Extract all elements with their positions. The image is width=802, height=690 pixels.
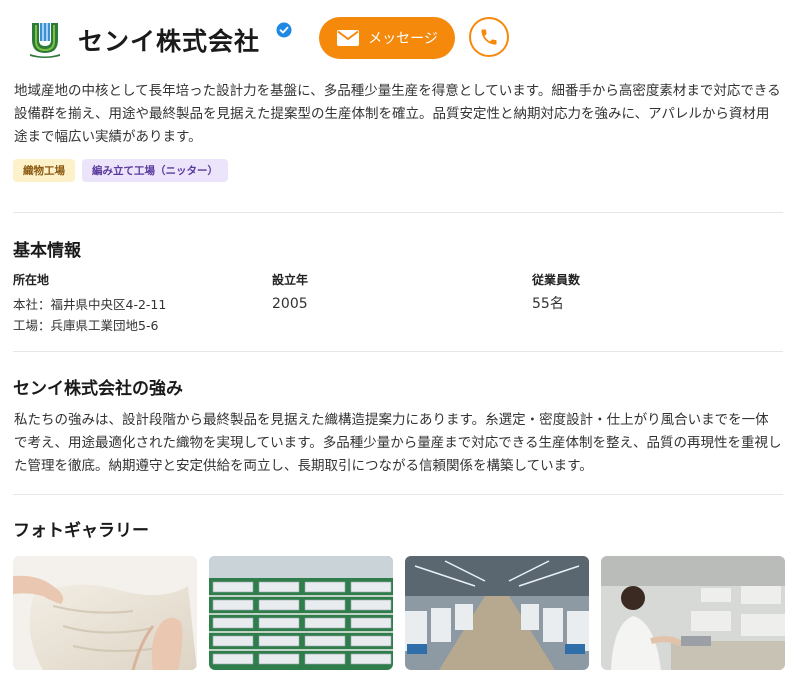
employees-value: 55名	[532, 296, 564, 312]
founded-field: 設立年 2005	[272, 271, 308, 315]
divider	[13, 351, 783, 352]
founded-label: 設立年	[272, 273, 309, 287]
message-button-label: メッセージ	[368, 31, 438, 47]
tag-weaving-factory[interactable]: 織物工場	[13, 159, 75, 182]
employees-field: 従業員数 55名	[532, 271, 580, 315]
strengths-text: 私たちの強みは、設計段階から最終製品を見据えた織構造提案力にあります。糸選定・密…	[14, 412, 782, 474]
category-tags: 織物工場 編み立て工場（ニッター）	[13, 159, 228, 182]
company-header: センイ株式会社 メッセージ	[22, 14, 782, 64]
divider	[13, 212, 783, 213]
verified-badge-icon	[276, 22, 292, 38]
factory-overview-photo[interactable]	[209, 556, 393, 670]
basic-info-title: 基本情報	[13, 241, 81, 261]
company-name: センイ株式会社	[78, 27, 261, 56]
tag-knitting-factory[interactable]: 編み立て工場（ニッター）	[82, 159, 228, 182]
fabric-photo[interactable]	[13, 556, 197, 670]
location-field: 所在地 本社：福井県中央区4-2-11 工場：兵庫県工業団地5-6	[13, 271, 166, 336]
employees-label: 従業員数	[532, 273, 581, 287]
location-headquarters: 本社：福井県中央区4-2-11	[13, 297, 167, 312]
phone-icon	[481, 29, 497, 45]
location-label: 所在地	[13, 273, 50, 287]
gallery-title: フォトギャラリー	[13, 521, 149, 541]
envelope-icon	[337, 30, 360, 46]
photo-gallery	[13, 556, 785, 670]
sewing-workshop-photo[interactable]	[601, 556, 785, 670]
divider	[13, 494, 783, 495]
founded-value: 2005	[272, 296, 308, 312]
company-logo-icon	[26, 20, 64, 58]
strengths-title: センイ株式会社の強み	[13, 379, 183, 399]
weaving-line-photo[interactable]	[405, 556, 589, 670]
location-factory: 工場：兵庫県工業団地5-6	[13, 318, 159, 333]
message-button[interactable]: メッセージ	[319, 17, 455, 59]
company-description: 地域産地の中核として長年培った設計力を基盤に、多品種少量生産を得意としています。…	[14, 83, 781, 145]
phone-button[interactable]	[469, 17, 509, 57]
